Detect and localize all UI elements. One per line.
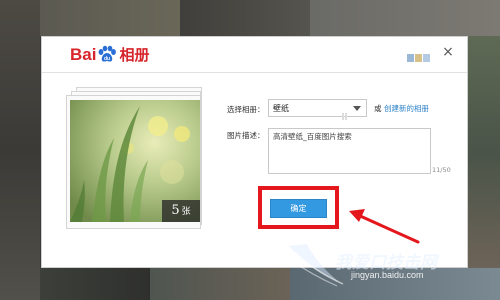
confirm-highlight-box: 确定 bbox=[258, 186, 339, 229]
skin-icon[interactable] bbox=[407, 48, 431, 62]
album-select-label: 选择相册： bbox=[227, 105, 265, 114]
album-select-value: 壁纸 bbox=[273, 104, 289, 113]
album-preview: 5张 bbox=[66, 87, 206, 229]
album-cover-image: 5张 bbox=[70, 100, 200, 222]
logo-bai-text: Bai bbox=[70, 45, 97, 64]
logo-du-text: du bbox=[104, 56, 110, 62]
photo-count-number: 5 bbox=[171, 203, 180, 218]
photo-count-unit: 张 bbox=[181, 207, 191, 217]
dialog-header: Bai du 相册 × bbox=[42, 37, 467, 73]
logo-album-text: 相册 bbox=[119, 47, 150, 64]
album-select[interactable]: 壁纸 bbox=[268, 99, 367, 120]
upload-to-album-dialog: Bai du 相册 × 5 张 选择相册： 壁纸 或 创建新的相册 图片描述： … bbox=[41, 36, 468, 268]
confirm-button[interactable]: 确定 bbox=[270, 199, 327, 218]
photo-count-badge: 5张 bbox=[162, 200, 200, 222]
create-album-link[interactable]: 创建新的相册 bbox=[384, 103, 429, 114]
baidu-album-logo: Bai du 相册 bbox=[70, 45, 149, 66]
dropdown-caret-icon[interactable] bbox=[353, 106, 361, 111]
char-counter: 11/50 bbox=[432, 166, 451, 174]
description-label: 图片描述： bbox=[227, 131, 265, 140]
drag-grip-icon bbox=[342, 105, 348, 120]
or-text: 或 bbox=[374, 104, 382, 113]
description-textarea[interactable]: 高清壁纸_百度图片搜索 bbox=[268, 128, 431, 174]
close-icon[interactable]: × bbox=[440, 44, 456, 60]
paw-icon: du bbox=[97, 45, 117, 63]
